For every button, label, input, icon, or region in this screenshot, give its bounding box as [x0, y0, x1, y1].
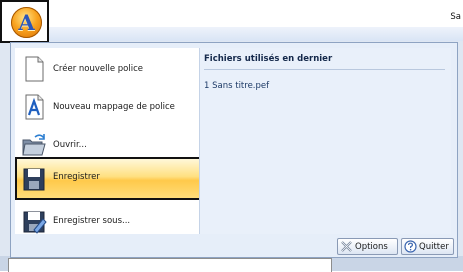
bottom-panel	[8, 258, 332, 272]
app-orb-logo-icon: A	[11, 7, 42, 38]
save-disk-icon	[21, 165, 47, 193]
menu-item-label: Enregistrer	[53, 172, 100, 182]
application-button[interactable]: A	[0, 0, 49, 43]
options-button[interactable]: Options	[337, 238, 398, 255]
menu-item-label: Enregistrer sous...	[53, 216, 131, 226]
menu-item-label: Créer nouvelle police	[53, 64, 144, 74]
menu-footer: Options Quitter	[11, 234, 457, 257]
window-title: Sa	[450, 12, 461, 22]
font-mapping-icon	[21, 93, 47, 121]
open-folder-icon	[21, 131, 47, 159]
menu-item-new-mapping[interactable]: Nouveau mappage de police	[15, 88, 199, 126]
menu-item-new-font[interactable]: Créer nouvelle police	[15, 50, 199, 88]
help-circle-icon	[404, 240, 417, 253]
application-menu: Créer nouvelle police Nouveau mappage de…	[10, 42, 458, 258]
app-logo-glyph: A	[18, 10, 35, 35]
menu-commands-panel: Créer nouvelle police Nouveau mappage de…	[15, 48, 199, 234]
quit-label: Quitter	[419, 242, 449, 252]
recent-file-item[interactable]: 1 Sans titre.pef	[204, 81, 269, 91]
divider	[204, 69, 445, 70]
new-document-icon	[21, 55, 47, 83]
save-as-icon	[21, 207, 47, 235]
ribbon-strip	[0, 27, 463, 42]
menu-item-label: Ouvrir...	[53, 140, 87, 150]
options-icon	[340, 240, 353, 253]
menu-item-save[interactable]: Enregistrer	[15, 157, 203, 200]
menu-item-label: Nouveau mappage de police	[53, 102, 175, 112]
quit-button[interactable]: Quitter	[401, 238, 454, 255]
recent-files-panel: Fichiers utilisés en dernier 1 Sans titr…	[199, 48, 451, 234]
options-label: Options	[355, 242, 388, 252]
title-bar: Sa	[0, 0, 463, 27]
recent-files-header: Fichiers utilisés en dernier	[204, 54, 333, 64]
